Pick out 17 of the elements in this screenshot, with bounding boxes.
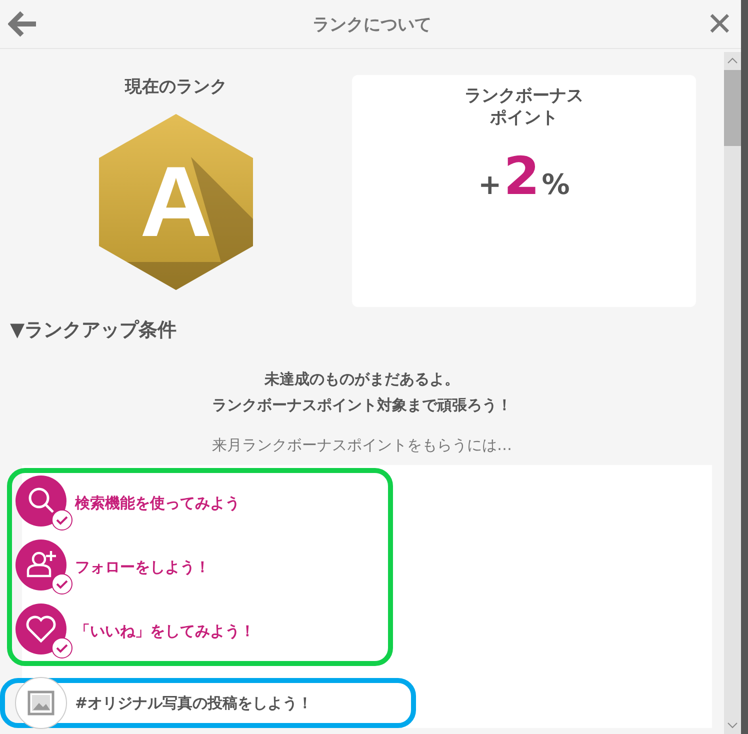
scrollbar-thumb[interactable] xyxy=(724,70,741,146)
section-heading: ▼ランクアップ条件 xyxy=(10,318,178,343)
bonus-value: +2% xyxy=(478,147,570,208)
hint-text: 来月ランクボーナスポイントをもらうには… xyxy=(211,436,513,455)
page-title: ランクについて xyxy=(312,14,432,36)
bonus-label: ポイント xyxy=(489,107,559,130)
status-message: 未達成のものがまだあるよ。 xyxy=(263,369,460,390)
scrollbar[interactable] xyxy=(724,52,741,734)
task-label: 検索機能を使ってみよう xyxy=(75,494,240,512)
status-message: ランクボーナスポイント対象まで頑張ろう！ xyxy=(211,394,513,416)
close-button[interactable]: ✕ xyxy=(704,8,735,40)
task-label: フォローをしよう！ xyxy=(75,558,210,576)
bonus-label: ランクボーナス xyxy=(464,85,584,108)
rank-badge: A xyxy=(96,112,256,292)
task-label: 「いいね」をしてみよう！ xyxy=(75,622,255,640)
task-label: #オリジナル写真の投稿をしよう！ xyxy=(75,694,313,712)
current-rank-label: 現在のランク xyxy=(125,76,227,98)
